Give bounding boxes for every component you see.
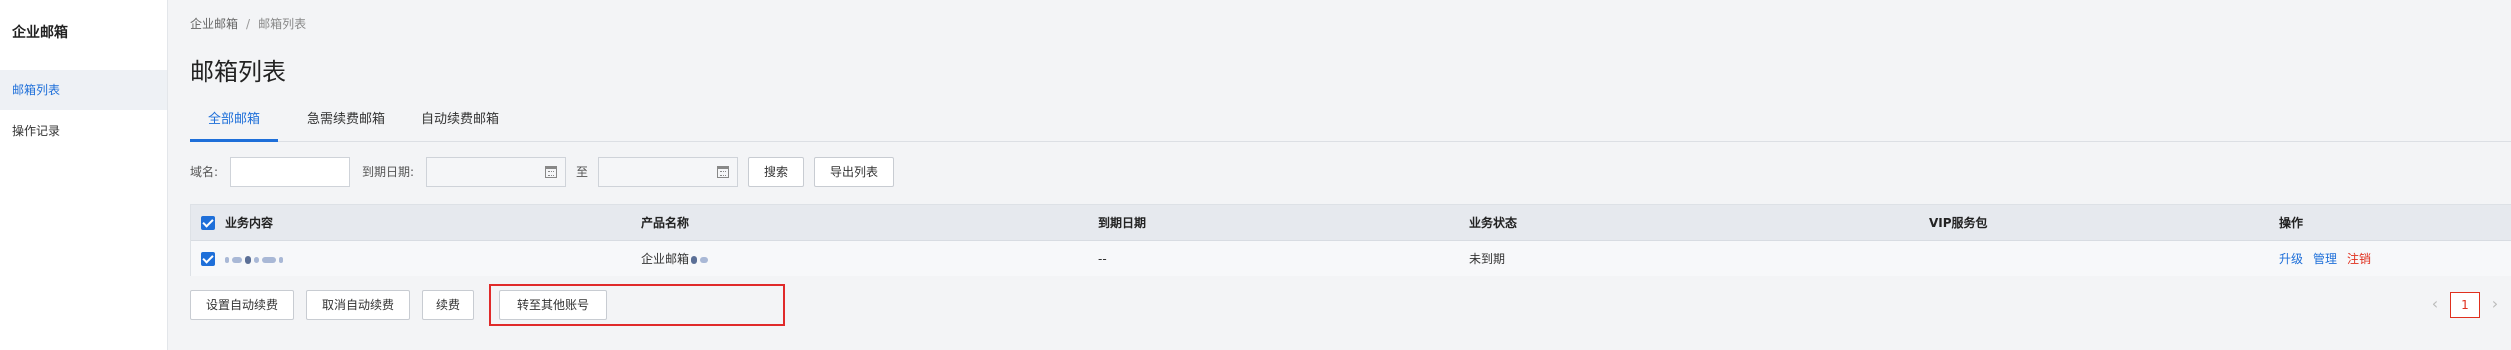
tab-urgent-renewal[interactable]: 急需续费邮箱	[298, 106, 394, 142]
tab-bar: 全部邮箱 急需续费邮箱 自动续费邮箱	[190, 106, 2511, 142]
row-expire: --	[1098, 252, 1107, 266]
redacted-content	[279, 256, 283, 263]
expire-date-label: 到期日期:	[362, 165, 415, 179]
redacted-content	[700, 256, 709, 263]
breadcrumb: 企业邮箱 / 邮箱列表	[190, 15, 306, 32]
calendar-icon[interactable]	[545, 166, 557, 178]
breadcrumb-current: 邮箱列表	[258, 17, 307, 31]
date-to-label: 至	[576, 165, 589, 179]
column-header-expire: 到期日期	[1098, 216, 1147, 230]
breadcrumb-root[interactable]: 企业邮箱	[190, 17, 238, 31]
page-title: 邮箱列表	[190, 58, 286, 86]
upgrade-link[interactable]: 升级	[2279, 252, 2303, 266]
search-button[interactable]: 搜索	[748, 157, 804, 187]
column-header-actions: 操作	[2279, 216, 2304, 230]
pagination: ‹ 1 ›	[2426, 292, 2511, 318]
row-content	[225, 241, 286, 277]
table-header: 业务内容 产品名称 到期日期 业务状态 VIP服务包 操作	[191, 205, 2511, 241]
row-status: 未到期	[1469, 252, 1506, 266]
prev-page-icon[interactable]: ‹	[2426, 292, 2444, 318]
calendar-icon[interactable]	[717, 166, 729, 178]
tab-auto-renewal[interactable]: 自动续费邮箱	[412, 106, 508, 142]
sidebar-item-operation-log[interactable]: 操作记录	[0, 111, 167, 151]
redacted-content	[225, 256, 229, 263]
breadcrumb-separator: /	[246, 17, 251, 31]
domain-input-wrap	[230, 157, 350, 187]
redacted-content	[262, 256, 276, 263]
filter-bar: 域名: 到期日期: 至 搜索 导出列表	[190, 157, 2511, 187]
next-page-icon[interactable]: ›	[2486, 292, 2504, 318]
table-row: 企业邮箱 -- 未到期 升级 管理 注销	[191, 241, 2511, 276]
domain-input[interactable]	[231, 158, 349, 186]
cancel-account-link[interactable]: 注销	[2347, 252, 2371, 266]
manage-link[interactable]: 管理	[2313, 252, 2337, 266]
column-header-product: 产品名称	[641, 216, 690, 230]
date-to-input[interactable]	[598, 157, 738, 187]
domain-label: 域名:	[190, 165, 219, 179]
row-actions: 升级 管理 注销	[2279, 241, 2381, 277]
date-from-input[interactable]	[426, 157, 566, 187]
highlight-annotation	[489, 284, 785, 326]
export-list-button[interactable]: 导出列表	[814, 157, 894, 187]
select-all-checkbox[interactable]	[201, 216, 215, 230]
row-product: 企业邮箱	[641, 241, 711, 277]
row-checkbox[interactable]	[201, 252, 215, 266]
redacted-content	[245, 255, 251, 264]
tab-all-mailboxes[interactable]: 全部邮箱	[190, 106, 278, 142]
cancel-auto-renew-button[interactable]: 取消自动续费	[306, 290, 410, 320]
redacted-content	[254, 256, 259, 263]
column-header-status: 业务状态	[1469, 216, 1518, 230]
main-content: 企业邮箱 / 邮箱列表 邮箱列表 全部邮箱 急需续费邮箱 自动续费邮箱 域名: 到期…	[168, 0, 2511, 350]
set-auto-renew-button[interactable]: 设置自动续费	[190, 290, 294, 320]
column-header-content: 业务内容	[225, 216, 274, 230]
mailbox-table: 业务内容 产品名称 到期日期 业务状态 VIP服务包 操作 企业邮箱 -- 未到…	[190, 204, 2511, 276]
sidebar-item-mailbox-list[interactable]: 邮箱列表	[0, 70, 167, 110]
page-number-current[interactable]: 1	[2450, 292, 2480, 318]
sidebar-title: 企业邮箱	[12, 25, 68, 41]
redacted-content	[691, 255, 698, 264]
row-product-name: 企业邮箱	[641, 252, 690, 266]
column-header-vip: VIP服务包	[1929, 216, 1988, 230]
sidebar: 企业邮箱 邮箱列表 操作记录	[0, 0, 168, 350]
redacted-content	[232, 256, 242, 263]
renew-button[interactable]: 续费	[422, 290, 474, 320]
